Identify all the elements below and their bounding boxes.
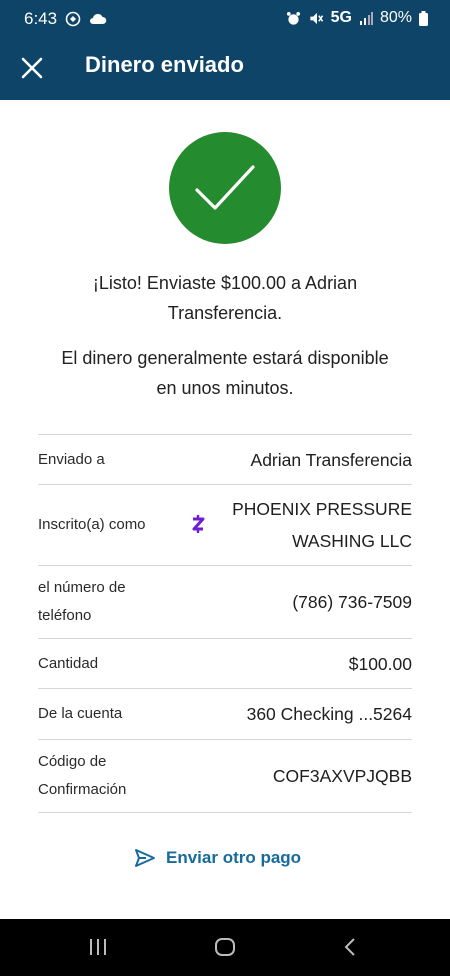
sent-to-value: Adrian Transferencia — [250, 449, 412, 470]
confirmation-code-label-line2: Confirmación — [38, 781, 127, 798]
enrolled-value: PHOENIX PRESSURE WASHING LLC — [232, 493, 412, 557]
signal-icon — [359, 11, 373, 25]
recent-apps-button[interactable] — [86, 933, 110, 961]
page-title: Dinero enviado — [85, 52, 244, 77]
confirmation-code-label: Código de Confirmación — [38, 748, 188, 804]
send-another-payment-label: Enviar otro pago — [166, 848, 302, 867]
phone-value: (786) 736-7509 — [292, 592, 412, 612]
detail-row-enrolled: Inscrito(a) como PHOENIX PRESSURE WASHIN… — [38, 484, 412, 565]
enrolled-label: Inscrito(a) como — [38, 516, 146, 533]
close-icon — [21, 57, 43, 79]
confirmation-code-value: COF3AXVPJQBB — [272, 766, 412, 786]
recent-apps-icon — [90, 939, 106, 955]
amount-value: $100.00 — [348, 653, 412, 674]
battery-percent: 80% — [379, 9, 412, 26]
system-nav-bar — [0, 919, 450, 976]
home-icon — [215, 938, 235, 956]
network-type: 5G — [330, 9, 352, 26]
amount-label: Cantidad — [38, 654, 99, 672]
checkmark-icon — [195, 165, 255, 210]
close-button[interactable] — [16, 52, 48, 84]
detail-row-account: De la cuenta 360 Checking ...5264 — [38, 688, 412, 739]
app-header: Dinero enviado — [0, 38, 450, 100]
status-right: 5G 80% — [286, 9, 428, 27]
availability-message: El dinero generalmente estará disponible… — [50, 343, 400, 403]
send-icon — [135, 849, 155, 867]
alarm-icon — [286, 11, 301, 26]
status-bar: 6:43 5G 80% — [0, 0, 450, 38]
enrolled-value-line1: PHOENIX PRESSURE — [232, 499, 412, 519]
status-left: 6:43 — [24, 9, 107, 29]
cloud-icon — [89, 13, 107, 25]
detail-row-amount: Cantidad $100.00 — [38, 638, 412, 688]
transaction-details: Enviado a Adrian Transferencia Inscrito(… — [38, 434, 412, 813]
availability-message-line2: en unos minutos. — [156, 378, 294, 398]
home-button[interactable] — [212, 933, 238, 961]
enrolled-value-line2: WASHING LLC — [292, 531, 412, 551]
battery-icon — [419, 10, 428, 26]
zelle-icon — [190, 513, 206, 535]
detail-row-phone: el número de teléfono (786) 736-7509 — [38, 565, 412, 638]
account-label: De la cuenta — [38, 705, 123, 722]
phone-label: el número de teléfono — [38, 574, 188, 630]
account-value: 360 Checking ...5264 — [246, 704, 412, 724]
sent-to-label: Enviado a — [38, 450, 105, 468]
success-message-line1: ¡Listo! Enviaste $100.00 a Adrian — [92, 273, 358, 293]
back-icon — [344, 938, 355, 956]
status-time: 6:43 — [24, 9, 58, 28]
mute-icon — [308, 11, 324, 26]
phone-label-line2: teléfono — [38, 607, 92, 624]
phone-label-line1: el número de — [38, 579, 126, 596]
detail-row-confirmation-code: Código de Confirmación COF3AXVPJQBB — [38, 739, 412, 813]
detail-row-sent-to: Enviado a Adrian Transferencia — [38, 434, 412, 484]
send-another-payment-button[interactable]: Enviar otro pago — [134, 848, 301, 868]
confirmation-code-label-line1: Código de — [38, 753, 107, 770]
app-notification-icon — [65, 11, 81, 27]
success-message-line2: Transferencia. — [167, 303, 283, 323]
back-button[interactable] — [340, 933, 360, 961]
availability-message-line1: El dinero generalmente estará disponible — [61, 348, 389, 368]
success-message: ¡Listo! Enviaste $100.00 a Adrian Transf… — [50, 268, 400, 328]
success-badge — [169, 132, 281, 244]
